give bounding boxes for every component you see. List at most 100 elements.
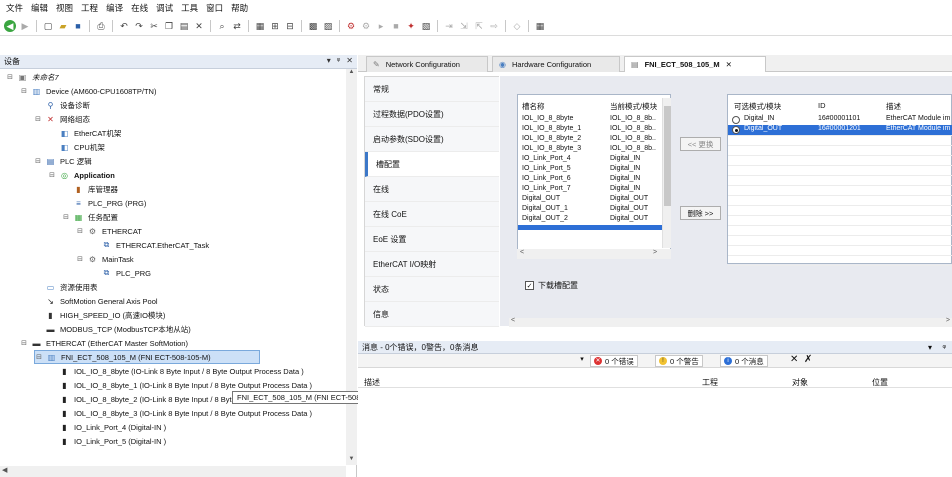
- menu-item[interactable]: 文件: [6, 2, 23, 14]
- slot-row[interactable]: IO_Link_Port_5 Digital_IN: [518, 165, 662, 175]
- replace-icon[interactable]: ⇄: [231, 20, 243, 32]
- undo-icon[interactable]: ↶: [118, 20, 130, 32]
- tab-close-icon[interactable]: ✕: [726, 60, 732, 69]
- tree-item[interactable]: ⊟ ▤ PLC 逻辑: [34, 154, 92, 168]
- expand-toggle-icon[interactable]: ⊟: [76, 227, 84, 235]
- scroll-right-icon[interactable]: >: [653, 249, 657, 256]
- nav-item[interactable]: 常规: [365, 77, 499, 102]
- tree-item[interactable]: ⚲ 设备诊断: [34, 98, 90, 112]
- back-icon[interactable]: ◀: [4, 19, 16, 32]
- module-row[interactable]: Digital_OUT 16#00001201 EtherCAT Module im: [728, 125, 952, 135]
- step-over-icon[interactable]: ⇥: [443, 20, 455, 32]
- scroll-up-icon[interactable]: ▲: [347, 69, 356, 78]
- expand-toggle-icon[interactable]: ⊟: [35, 353, 43, 361]
- bookmark-icon[interactable]: ⊟: [284, 20, 296, 32]
- scroll-left-icon[interactable]: ◀: [2, 466, 7, 474]
- tree-item[interactable]: ⊟ ⚙ MainTask: [76, 252, 134, 266]
- nav-item[interactable]: 槽配置: [365, 152, 499, 177]
- slot-row[interactable]: IOL_IO_8_8byte_2 IOL_IO_8_8b..: [518, 135, 662, 145]
- replace-button[interactable]: << 更换: [680, 137, 721, 151]
- pin-icon[interactable]: ᵠ: [942, 343, 946, 352]
- slot-table-hscrollbar[interactable]: < >: [517, 249, 671, 259]
- menu-item[interactable]: 调试: [156, 2, 173, 14]
- expand-toggle-icon[interactable]: ⊟: [48, 171, 56, 179]
- step-into-icon[interactable]: ⇲: [458, 20, 470, 32]
- write-values-icon[interactable]: ◇: [511, 20, 523, 32]
- col-object[interactable]: 对象: [792, 377, 808, 388]
- expand-toggle-icon[interactable]: ⊟: [20, 339, 28, 347]
- content-hscrollbar[interactable]: < >: [509, 317, 952, 327]
- tree-item[interactable]: ▭ 资源使用表: [34, 280, 98, 294]
- warnings-filter[interactable]: ! 0 个警告: [655, 355, 703, 367]
- tree-item[interactable]: ▮ IO_Link_Port_5 (Digital-IN ): [48, 434, 166, 448]
- run-icon[interactable]: ▸: [375, 20, 387, 32]
- clear-all-messages-icon[interactable]: ✗: [804, 354, 812, 365]
- tree-item[interactable]: ▮ HIGH_SPEED_IO (高速IO模块): [34, 308, 165, 322]
- menu-item[interactable]: 视图: [56, 2, 73, 14]
- col-location[interactable]: 位置: [872, 377, 888, 388]
- download-slot-config[interactable]: ✓ 下载槽配置: [525, 280, 578, 291]
- menu-item[interactable]: 工程: [81, 2, 98, 14]
- slot-row[interactable]: IO_Link_Port_6 Digital_IN: [518, 175, 662, 185]
- tab-network-configuration[interactable]: ✎ Network Configuration: [366, 56, 488, 72]
- expand-toggle-icon[interactable]: ⊟: [76, 255, 84, 263]
- tree-item[interactable]: ⊟ ▥ Device (AM600-CPU1608TP/TN): [20, 84, 156, 98]
- run-to-cursor-icon[interactable]: ⇨: [488, 20, 500, 32]
- clear-messages-icon[interactable]: ✕: [790, 354, 798, 365]
- nav-item[interactable]: 在线 CoE: [365, 202, 499, 227]
- tree-item[interactable]: ≡ PLC_PRG (PRG): [62, 196, 146, 210]
- build-icon[interactable]: ▩: [307, 20, 319, 32]
- expand-toggle-icon[interactable]: ⊟: [34, 115, 42, 123]
- monitor-icon[interactable]: ▦: [534, 20, 546, 32]
- slot-row[interactable]: Digital_OUT_1 Digital_OUT: [518, 205, 662, 215]
- cut-icon[interactable]: ✂: [148, 20, 160, 32]
- radio-button[interactable]: [732, 116, 740, 124]
- nav-item[interactable]: 状态: [365, 277, 499, 302]
- slot-row-selected[interactable]: [518, 225, 662, 230]
- delete-button[interactable]: 删除 >>: [680, 206, 721, 220]
- radio-button[interactable]: [732, 126, 740, 134]
- tree-item[interactable]: ⊟ ⚙ ETHERCAT: [76, 224, 142, 238]
- device-tree-hscrollbar[interactable]: ◀: [0, 466, 346, 477]
- rebuild-icon[interactable]: ▨: [322, 20, 334, 32]
- errors-filter[interactable]: ✕ 0 个错误: [590, 355, 638, 367]
- slot-row[interactable]: IO_Link_Port_7 Digital_IN: [518, 185, 662, 195]
- filter-dropdown-icon[interactable]: ▾: [577, 355, 587, 366]
- new-file-icon[interactable]: ▢: [42, 20, 54, 32]
- logout-icon[interactable]: ⚙: [360, 20, 372, 32]
- tab-hardware-configuration[interactable]: ◉ Hardware Configuration: [492, 56, 620, 72]
- scroll-right-icon[interactable]: >: [946, 317, 950, 324]
- close-icon[interactable]: ✕: [346, 56, 353, 65]
- tree-item[interactable]: ⊟ ▣ 未命名7: [6, 70, 59, 84]
- slot-row[interactable]: Digital_OUT_2 Digital_OUT: [518, 215, 662, 225]
- slot-row[interactable]: IOL_IO_8_8byte_1 IOL_IO_8_8b..: [518, 125, 662, 135]
- tree-item[interactable]: ▮ 库管理器: [62, 182, 118, 196]
- tree-item[interactable]: ◧ CPU机架: [48, 140, 105, 154]
- copy-icon[interactable]: ❐: [163, 20, 175, 32]
- step-out-icon[interactable]: ⇱: [473, 20, 485, 32]
- nav-item[interactable]: EoE 设置: [365, 227, 499, 252]
- delete-icon[interactable]: ✕: [193, 20, 205, 32]
- menu-item[interactable]: 编译: [106, 2, 123, 14]
- tree-item[interactable]: ⊟ ▬ ETHERCAT (EtherCAT Master SoftMotion): [20, 336, 188, 350]
- stop-icon[interactable]: ■: [390, 20, 402, 32]
- menu-item[interactable]: 窗口: [206, 2, 223, 14]
- tree-item[interactable]: ◧ EtherCAT机架: [48, 126, 122, 140]
- menu-item[interactable]: 在线: [131, 2, 148, 14]
- expand-toggle-icon[interactable]: ⊟: [20, 87, 28, 95]
- menu-item[interactable]: 帮助: [231, 2, 248, 14]
- slot-row[interactable]: Digital_OUT Digital_OUT: [518, 195, 662, 205]
- find-icon[interactable]: ⌕: [216, 20, 228, 32]
- tree-item[interactable]: ▮ IOL_IO_8_8byte_3 (IO-Link 8 Byte Input …: [48, 406, 312, 420]
- download-checkbox[interactable]: ✓: [525, 281, 534, 290]
- expand-toggle-icon[interactable]: ⊟: [34, 157, 42, 165]
- tree-item[interactable]: ▮ IOL_IO_8_8byte_1 (IO-Link 8 Byte Input …: [48, 378, 312, 392]
- module-row[interactable]: Digital_IN 16#00001101 EtherCAT Module im: [728, 115, 952, 125]
- tree-item[interactable]: ▬ MODBUS_TCP (ModbusTCP本地从站): [34, 322, 191, 336]
- save-icon[interactable]: ■: [72, 20, 84, 32]
- messages-filter[interactable]: i 0 个消息: [720, 355, 768, 367]
- nav-item[interactable]: EtherCAT I/O映射: [365, 252, 499, 277]
- tree-item[interactable]: ▮ IOL_IO_8_8byte (IO-Link 8 Byte Input / …: [48, 364, 303, 378]
- clear-icon[interactable]: ▧: [420, 20, 432, 32]
- select-all-icon[interactable]: ▦: [254, 20, 266, 32]
